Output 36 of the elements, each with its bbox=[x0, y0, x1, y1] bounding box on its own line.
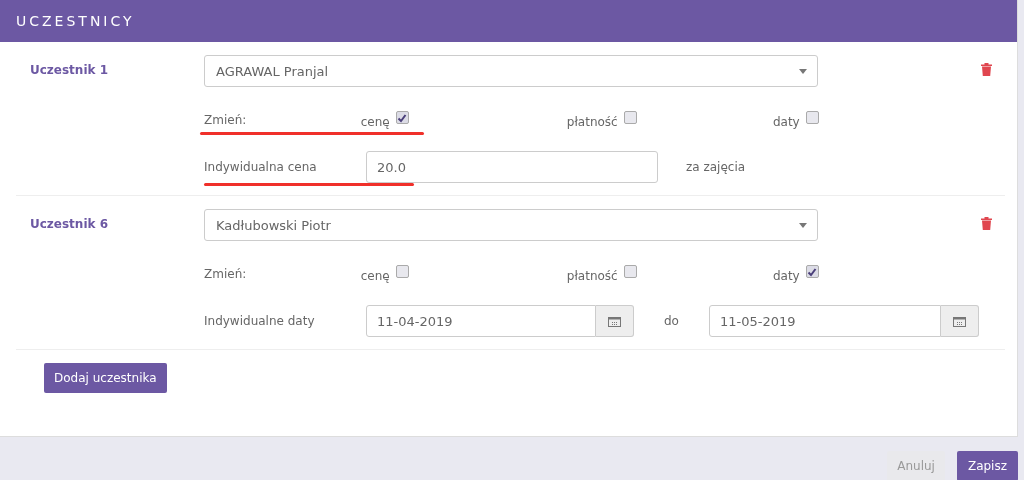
date-input[interactable]: 11-04-2019 bbox=[366, 305, 596, 337]
caret-icon bbox=[799, 68, 807, 74]
detail-label: Indywidualne daty bbox=[204, 314, 316, 328]
participant-select[interactable]: AGRAWAL Pranjal bbox=[204, 55, 818, 87]
date-input[interactable]: 11-05-2019 bbox=[708, 305, 941, 337]
option-label: cenę bbox=[360, 268, 390, 283]
option-label: cenę bbox=[360, 114, 390, 129]
trash-icon[interactable] bbox=[981, 217, 992, 230]
participant-select[interactable]: Kadłubowski Piotr bbox=[204, 209, 818, 241]
section-title: UCZESTNICY bbox=[16, 13, 135, 29]
checkbox[interactable] bbox=[805, 111, 819, 124]
checkbox[interactable] bbox=[395, 111, 409, 124]
save-button[interactable]: Zapisz bbox=[956, 451, 1018, 480]
calendar-button[interactable] bbox=[940, 305, 979, 337]
calendar-icon bbox=[952, 315, 966, 327]
checkbox[interactable] bbox=[395, 265, 409, 278]
option-label: daty bbox=[772, 114, 800, 129]
option-label: daty bbox=[772, 268, 800, 283]
price-input[interactable]: 20.0 bbox=[366, 151, 658, 183]
option-label: płatność bbox=[566, 114, 618, 129]
detail-label: Indywidualna cena bbox=[204, 160, 318, 174]
participant-label: Uczestnik 6 bbox=[29, 216, 110, 233]
change-label: Zmień: bbox=[204, 113, 247, 127]
checkbox[interactable] bbox=[623, 111, 637, 124]
add-participant-button[interactable]: Dodaj uczestnika bbox=[44, 363, 167, 393]
unit-label: za zajęcia bbox=[686, 160, 746, 174]
trash-icon[interactable] bbox=[981, 63, 992, 76]
option-label: płatność bbox=[566, 268, 618, 283]
checkbox[interactable] bbox=[623, 265, 637, 278]
checkbox[interactable] bbox=[805, 265, 819, 278]
calendar-icon bbox=[608, 315, 621, 327]
change-label: Zmień: bbox=[204, 267, 247, 281]
range-separator: do bbox=[664, 314, 679, 328]
participant-label: Uczestnik 1 bbox=[29, 62, 110, 79]
caret-icon bbox=[799, 222, 807, 228]
calendar-button[interactable] bbox=[596, 305, 634, 337]
